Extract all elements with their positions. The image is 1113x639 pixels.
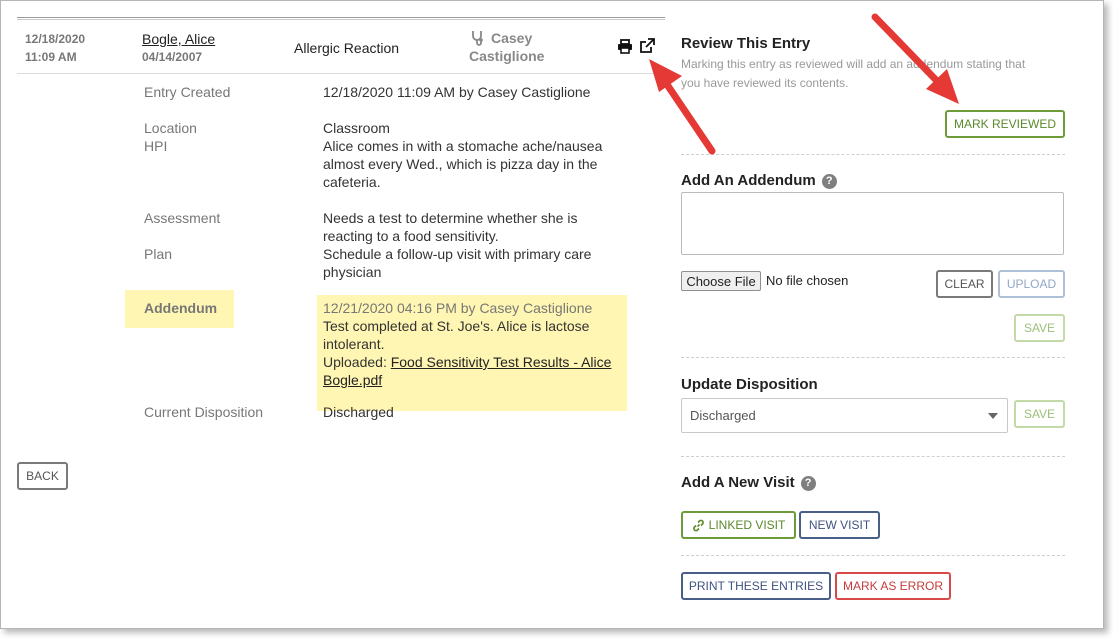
annotation-arrows [649,13,959,155]
entry-panel: 12/18/2020 11:09 AM Bogle, Alice 04/14/2… [0,0,1104,629]
arrow-to-open-icon [649,59,716,155]
arrow-to-mark-reviewed [871,13,959,104]
